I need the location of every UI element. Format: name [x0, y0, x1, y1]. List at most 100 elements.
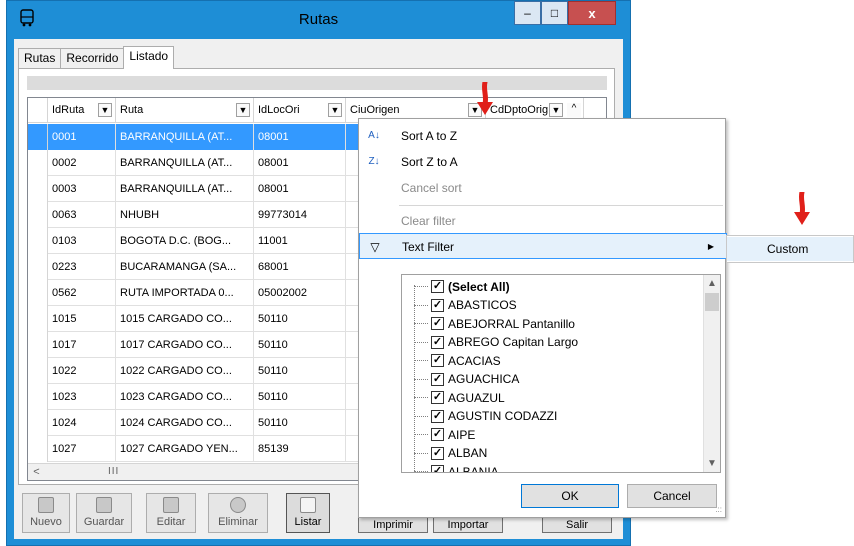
table-cell[interactable]: 0103	[48, 228, 116, 254]
row-header[interactable]	[28, 124, 48, 150]
chevron-down-icon[interactable]: ▼	[236, 103, 250, 117]
table-cell[interactable]: BARRANQUILLA (AT...	[116, 124, 254, 150]
table-cell[interactable]: 50110	[254, 358, 346, 384]
table-cell[interactable]: 50110	[254, 332, 346, 358]
nuevo-button[interactable]: Nuevo	[22, 493, 70, 533]
checklist-item[interactable]: ✓ ABEJORRAL Pantanillo	[414, 314, 575, 333]
checkbox[interactable]: ✓	[431, 317, 444, 330]
checkbox[interactable]: ✓	[431, 335, 444, 349]
table-cell[interactable]: 1024 CARGADO CO...	[116, 410, 254, 436]
table-cell[interactable]: 68001	[254, 254, 346, 280]
table-cell[interactable]: 1023	[48, 384, 116, 410]
checkbox[interactable]: ✓	[431, 409, 444, 423]
scroll-left-icon[interactable]: <	[28, 464, 45, 480]
table-cell[interactable]: RUTA IMPORTADA 0...	[116, 280, 254, 306]
table-cell[interactable]: 1027 CARGADO YEN...	[116, 436, 254, 462]
checklist-item[interactable]: ✓ AGUSTIN CODAZZI	[414, 407, 557, 426]
table-cell[interactable]: 1017	[48, 332, 116, 358]
salir-button[interactable]: Salir	[542, 517, 612, 533]
table-cell[interactable]: 50110	[254, 384, 346, 410]
table-cell[interactable]: 0223	[48, 254, 116, 280]
table-cell[interactable]: BARRANQUILLA (AT...	[116, 176, 254, 202]
custom-filter-item[interactable]: Custom	[727, 237, 853, 261]
scroll-up-icon[interactable]: ▲	[704, 275, 720, 292]
checklist-item[interactable]: ✓ ALBAN	[414, 444, 487, 463]
clear-filter-item[interactable]: Clear filter	[359, 208, 727, 234]
column-header-ruta[interactable]: Ruta ▼	[116, 98, 254, 123]
tab-rutas[interactable]: Rutas	[18, 48, 62, 68]
table-cell[interactable]: BARRANQUILLA (AT...	[116, 150, 254, 176]
table-cell[interactable]: 0002	[48, 150, 116, 176]
table-cell[interactable]: 0063	[48, 202, 116, 228]
column-header-idruta[interactable]: IdRuta ▼	[48, 98, 116, 123]
row-header[interactable]	[28, 332, 48, 358]
table-cell[interactable]: 85139	[254, 436, 346, 462]
checkbox[interactable]: ✓	[431, 391, 444, 404]
table-cell[interactable]: 0003	[48, 176, 116, 202]
text-filter-item[interactable]: ▽ Text Filter ▶	[359, 233, 727, 259]
checkbox[interactable]: ✓	[431, 354, 444, 367]
sort-a-to-z-item[interactable]: A↓ Sort A to Z	[359, 123, 727, 149]
checkbox[interactable]: ✓	[431, 446, 444, 460]
chevron-down-icon[interactable]: ▼	[549, 103, 563, 117]
checklist-item[interactable]: ✓ ABASTICOS	[414, 296, 517, 315]
chevron-up-icon[interactable]: ^	[567, 103, 581, 117]
scroll-grip[interactable]: III	[108, 466, 119, 477]
table-cell[interactable]: 05002002	[254, 280, 346, 306]
checklist-item[interactable]: ✓ ACACIAS	[414, 351, 501, 370]
table-cell[interactable]: 99773014	[254, 202, 346, 228]
checklist-item[interactable]: ✓ ABREGO Capitan Largo	[414, 333, 578, 352]
row-header[interactable]	[28, 384, 48, 410]
column-header-idlocori[interactable]: IdLocOri ▼	[254, 98, 346, 123]
resize-grip-icon[interactable]: .::	[715, 505, 722, 514]
checkbox[interactable]: ✓	[431, 298, 444, 312]
checklist-item[interactable]: ✓ AIPE	[414, 425, 475, 444]
tab-recorrido[interactable]: Recorrido	[60, 48, 125, 68]
table-cell[interactable]: BOGOTA D.C. (BOG...	[116, 228, 254, 254]
chevron-down-icon[interactable]: ▼	[328, 103, 342, 117]
title-bar[interactable]: Rutas ‒ □ x	[7, 1, 630, 39]
maximize-button[interactable]: □	[541, 1, 568, 25]
listar-button[interactable]: Listar	[286, 493, 330, 533]
row-header[interactable]	[28, 358, 48, 384]
eliminar-button[interactable]: Eliminar	[208, 493, 268, 533]
table-cell[interactable]: 1017 CARGADO CO...	[116, 332, 254, 358]
row-header[interactable]	[28, 202, 48, 228]
row-header[interactable]	[28, 176, 48, 202]
row-header[interactable]	[28, 280, 48, 306]
table-cell[interactable]: 08001	[254, 124, 346, 150]
table-cell[interactable]: 0001	[48, 124, 116, 150]
table-cell[interactable]: 1022 CARGADO CO...	[116, 358, 254, 384]
checklist-item[interactable]: ✓ AGUAZUL	[414, 388, 505, 407]
checkbox[interactable]: ✓	[431, 465, 444, 472]
table-cell[interactable]: BUCARAMANGA (SA...	[116, 254, 254, 280]
editar-button[interactable]: Editar	[146, 493, 196, 533]
filter-value-checklist[interactable]: ✓ (Select All) ✓ ABASTICOS ✓ ABEJORRAL Pantan…	[401, 274, 721, 473]
tab-listado[interactable]: Listado	[123, 46, 175, 69]
checklist-item[interactable]: ✓ ALBANIA	[414, 462, 499, 472]
table-cell[interactable]: 50110	[254, 410, 346, 436]
checkbox[interactable]: ✓	[431, 428, 444, 441]
table-cell[interactable]: 08001	[254, 150, 346, 176]
row-header[interactable]	[28, 150, 48, 176]
table-cell[interactable]: 1024	[48, 410, 116, 436]
table-cell[interactable]: 1027	[48, 436, 116, 462]
importar-button[interactable]: Importar	[433, 517, 503, 533]
row-header[interactable]	[28, 228, 48, 254]
cancel-sort-item[interactable]: Cancel sort	[359, 175, 727, 201]
table-cell[interactable]: 1023 CARGADO CO...	[116, 384, 254, 410]
guardar-button[interactable]: Guardar	[76, 493, 132, 533]
table-cell[interactable]: 08001	[254, 176, 346, 202]
minimize-button[interactable]: ‒	[514, 1, 541, 25]
close-button[interactable]: x	[568, 1, 616, 25]
table-cell[interactable]: 50110	[254, 306, 346, 332]
checklist-item[interactable]: ✓ AGUACHICA	[414, 370, 519, 389]
row-header[interactable]	[28, 410, 48, 436]
checklist-scrollbar[interactable]: ▲ ▼	[703, 275, 720, 472]
checklist-item[interactable]: ✓ (Select All)	[414, 277, 510, 296]
sort-z-to-a-item[interactable]: Z↓ Sort Z to A	[359, 149, 727, 175]
table-cell[interactable]: 1015 CARGADO CO...	[116, 306, 254, 332]
ok-button[interactable]: OK	[521, 484, 619, 508]
cancel-button[interactable]: Cancel	[627, 484, 717, 508]
table-cell[interactable]: 0562	[48, 280, 116, 306]
